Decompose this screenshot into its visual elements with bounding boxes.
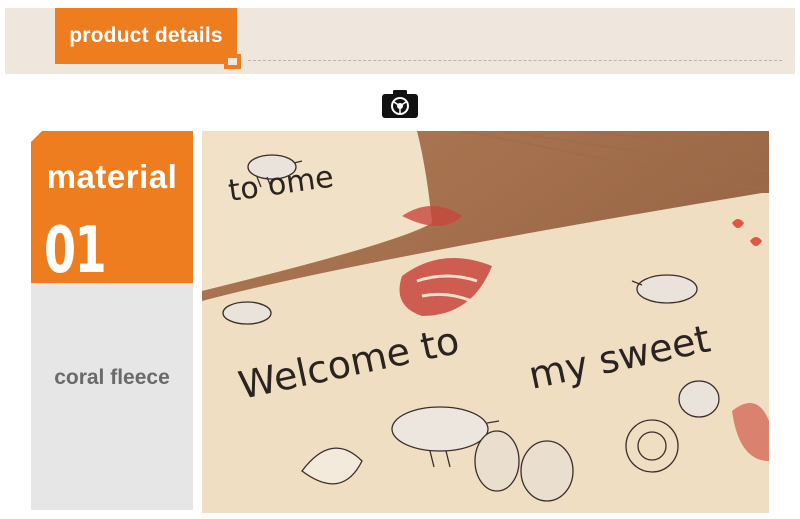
feature-value-panel [31,283,193,510]
section-title: product details [55,8,237,64]
header-divider [248,60,782,61]
feature-value: coral fleece [54,366,170,389]
camera-icon [382,90,418,118]
header-accent-square [224,54,241,69]
feature-number: 01 [44,214,107,288]
feature-title: material [46,158,178,195]
feature-notch [31,131,42,142]
product-photo: to ome Welcome to my sweet [202,131,769,513]
